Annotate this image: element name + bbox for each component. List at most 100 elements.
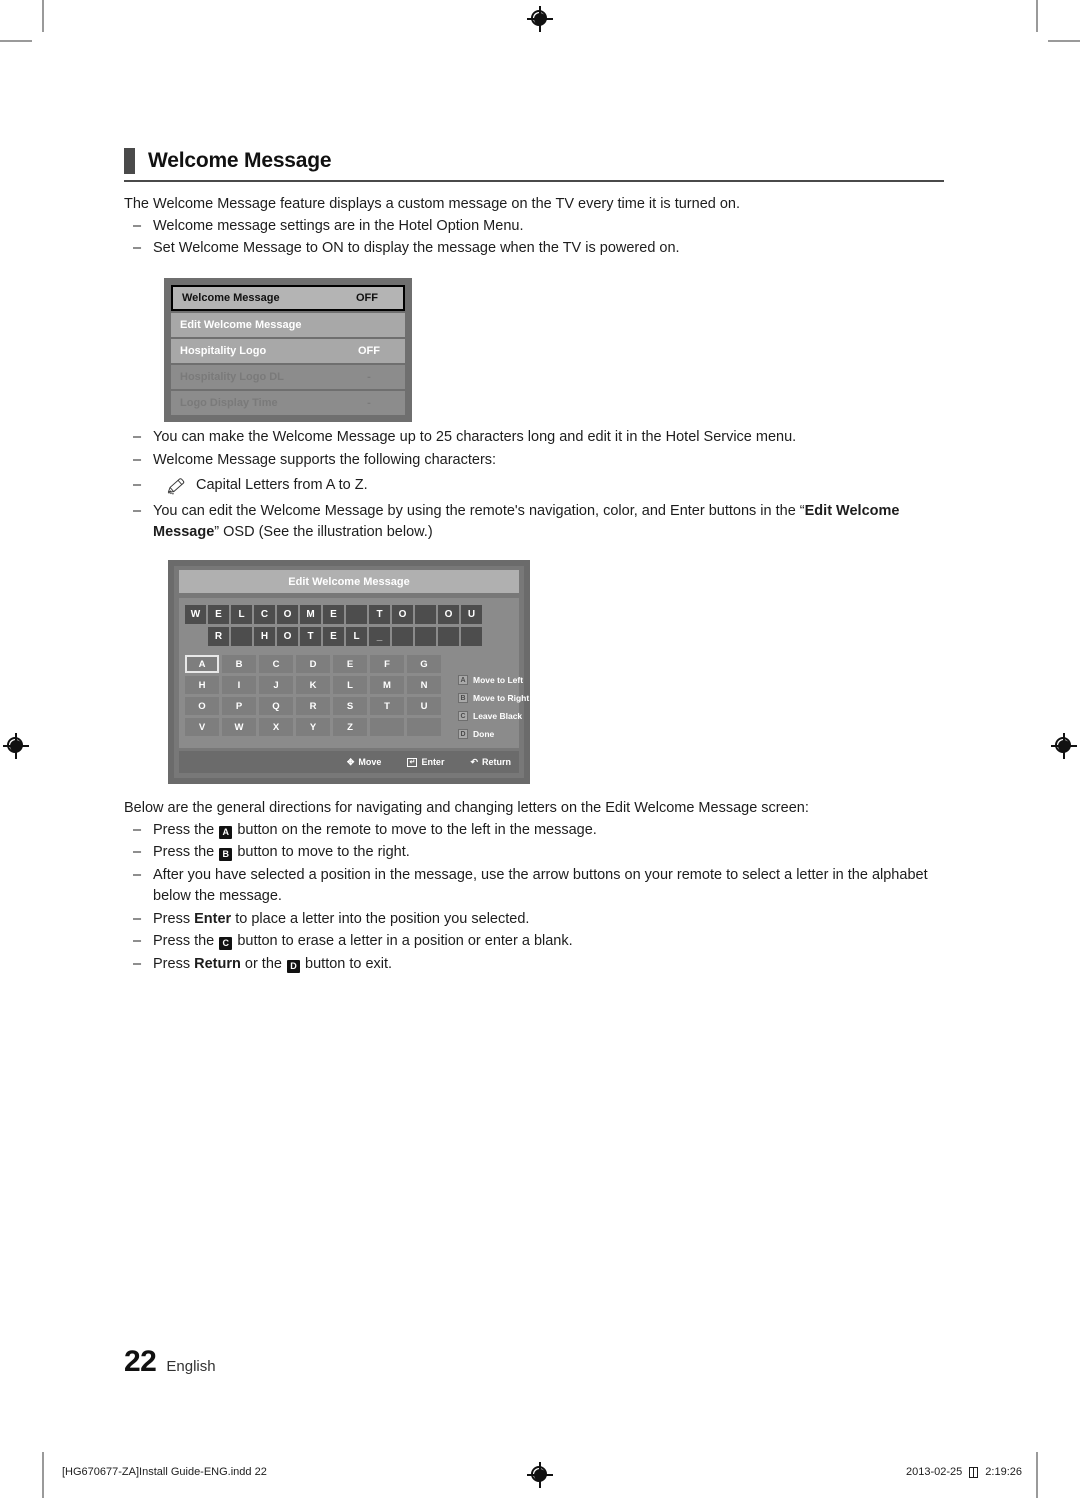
keyboard-key-c[interactable]: C [259,655,293,674]
keyboard-key-t[interactable]: T [370,697,404,716]
keyboard-key-x[interactable]: X [259,718,293,737]
keyboard-key-p[interactable]: P [222,697,256,716]
keyboard-key-b[interactable]: B [222,655,256,674]
keyboard-key-k[interactable]: K [296,676,330,695]
message-cell[interactable] [231,627,252,647]
direction-text-pre: Press the [153,844,215,860]
footer-move[interactable]: ✥ Move [347,757,382,768]
intro-paragraph: The Welcome Message feature displays a c… [124,196,741,212]
keyboard-key-s[interactable]: S [333,697,367,716]
message-cell[interactable]: O [277,627,298,647]
osd-row-edit-welcome-message[interactable]: Edit Welcome Message [171,313,405,337]
message-cell[interactable] [392,627,413,647]
button-b-icon: B [219,848,233,862]
message-cell[interactable]: C [254,605,275,625]
osd-row-value: - [367,371,371,383]
message-cell[interactable]: T [369,605,390,625]
message-cell[interactable] [438,627,459,647]
mid-bullet-block: You can make the Welcome Message up to 2… [124,427,954,545]
keyboard-key-l[interactable]: L [333,676,367,695]
direction-text-post: button to move to the right. [237,844,410,860]
message-cell[interactable]: O [392,605,413,625]
osd-row-hospitality-logo[interactable]: Hospitality Logo OFF [171,339,405,363]
message-cell[interactable]: O [438,605,459,625]
keyboard-key-v[interactable]: V [185,718,219,737]
osd-row-label: Hospitality Logo [180,345,267,357]
print-timestamp: 2013-02-25 2:19:26 [906,1466,1022,1478]
message-cell[interactable]: U [461,605,482,625]
heading-bar-icon [124,148,135,174]
footer-return[interactable]: ↶ Return [470,757,511,768]
legend-label: Move to Left [473,675,524,686]
keyboard-key-n[interactable]: N [407,676,441,695]
section-heading: Welcome Message [124,148,944,174]
message-cell[interactable]: H [254,627,275,647]
message-cell[interactable]: L [231,605,252,625]
crop-mark-bottom-right-vertical [1036,1452,1038,1498]
button-b-icon: B [458,693,468,704]
list-item: Welcome Message supports the following c… [124,450,954,472]
bullet-text-pre: You can edit the Welcome Message by usin… [153,502,805,519]
footer-label: Return [482,757,511,768]
keyboard-key-y[interactable]: Y [296,718,330,737]
keyboard-key-g[interactable]: G [407,655,441,674]
legend-item-move-to-left: A Move to Left [458,672,529,688]
direction-text-pre: Press [153,910,191,927]
pencil-icon [167,478,185,495]
keyboard-key-j[interactable]: J [259,676,293,695]
page-title: Welcome Message [148,149,332,172]
message-cell-cursor[interactable]: _ [369,627,390,647]
keyboard-key-u[interactable]: U [407,697,441,716]
print-time: 2:19:26 [985,1466,1022,1478]
keyboard-key-d[interactable]: D [296,655,330,674]
list-item: Press Return or the D button to exit. [124,954,954,976]
keyboard-key-h[interactable]: H [185,676,219,695]
list-item: Press Enter to place a letter into the p… [124,909,954,931]
alphabet-keyboard: A B C D E F G H I J K L M N O P Q R S T … [185,655,441,744]
keyboard-key-z[interactable]: Z [333,718,367,737]
message-cell[interactable]: E [208,605,229,625]
list-item: You can make the Welcome Message up to 2… [124,427,954,449]
message-cell[interactable]: L [346,627,367,647]
message-cell[interactable]: R [208,627,229,647]
message-cell[interactable] [346,605,367,625]
keyboard-key-i[interactable]: I [222,676,256,695]
message-cell[interactable] [415,605,436,625]
keyboard-key-m[interactable]: M [370,676,404,695]
keyboard-key-o[interactable]: O [185,697,219,716]
keyboard-key-w[interactable]: W [222,718,256,737]
message-cell[interactable]: T [300,627,321,647]
button-a-icon: A [458,675,468,686]
move-icon: ✥ [346,756,355,767]
message-cell[interactable]: E [323,605,344,625]
osd-row-value: - [367,397,371,409]
directions-block: Below are the general directions for nav… [124,798,954,976]
keyboard-key-a[interactable]: A [185,655,219,674]
message-cell[interactable] [461,627,482,647]
keyboard-key-e[interactable]: E [333,655,367,674]
legend-label: Done [473,729,495,740]
enter-icon: ↵ [407,757,418,767]
footer-enter[interactable]: ↵ Enter [407,757,444,767]
bullet-text-post: ” OSD (See the illustration below.) [214,524,433,540]
message-cell[interactable] [415,627,436,647]
heading-divider [124,180,944,182]
message-cell[interactable]: M [300,605,321,625]
keyboard-key-blank-2[interactable] [407,718,441,737]
message-cell[interactable]: W [185,605,206,625]
osd-row-welcome-message[interactable]: Welcome Message OFF [171,285,405,311]
keyboard-key-f[interactable]: F [370,655,404,674]
legend-label: Move to Right [473,693,530,704]
message-cell[interactable]: O [277,605,298,625]
page-number: 22 [124,1345,157,1378]
crop-mark-top-right-horizontal [1048,40,1080,42]
keyboard-key-r[interactable]: R [296,697,330,716]
registration-mark-right [1051,733,1077,759]
page-language: English [166,1358,216,1375]
message-cell[interactable]: E [323,627,344,647]
keyboard-key-blank-1[interactable] [370,718,404,737]
button-d-icon: D [458,729,468,740]
message-row-2: R H O T E L _ [185,627,513,647]
keyboard-key-q[interactable]: Q [259,697,293,716]
intro-block: The Welcome Message feature displays a c… [124,194,954,261]
